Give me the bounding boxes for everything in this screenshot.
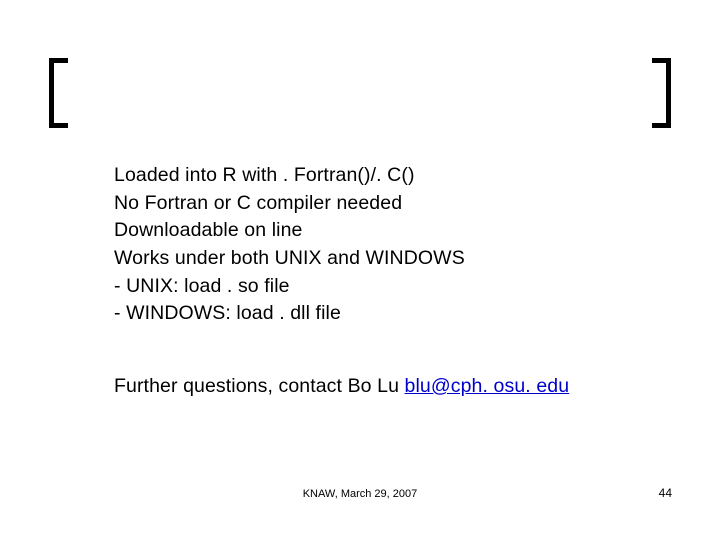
footer-page-number: 44 (659, 486, 672, 500)
contact-prefix: Further questions, contact Bo Lu (114, 375, 405, 397)
footer-date: KNAW, March 29, 2007 (0, 488, 720, 500)
title-bracket-left (49, 58, 68, 128)
body-line-5: - UNIX: load . so file (114, 273, 634, 301)
body-line-1: Loaded into R with . Fortran()/. C() (114, 162, 634, 190)
body-text-block: Loaded into R with . Fortran()/. C() No … (114, 162, 634, 328)
contact-email-link[interactable]: blu@cph. osu. edu (405, 375, 570, 397)
contact-line: Further questions, contact Bo Lu blu@cph… (114, 375, 674, 398)
title-bracket-right (652, 58, 671, 128)
body-line-4: Works under both UNIX and WINDOWS (114, 245, 634, 273)
body-line-3: Downloadable on line (114, 217, 634, 245)
body-line-2: No Fortran or C compiler needed (114, 190, 634, 218)
slide: Loaded into R with . Fortran()/. C() No … (0, 0, 720, 540)
body-line-6: - WINDOWS: load . dll file (114, 300, 634, 328)
